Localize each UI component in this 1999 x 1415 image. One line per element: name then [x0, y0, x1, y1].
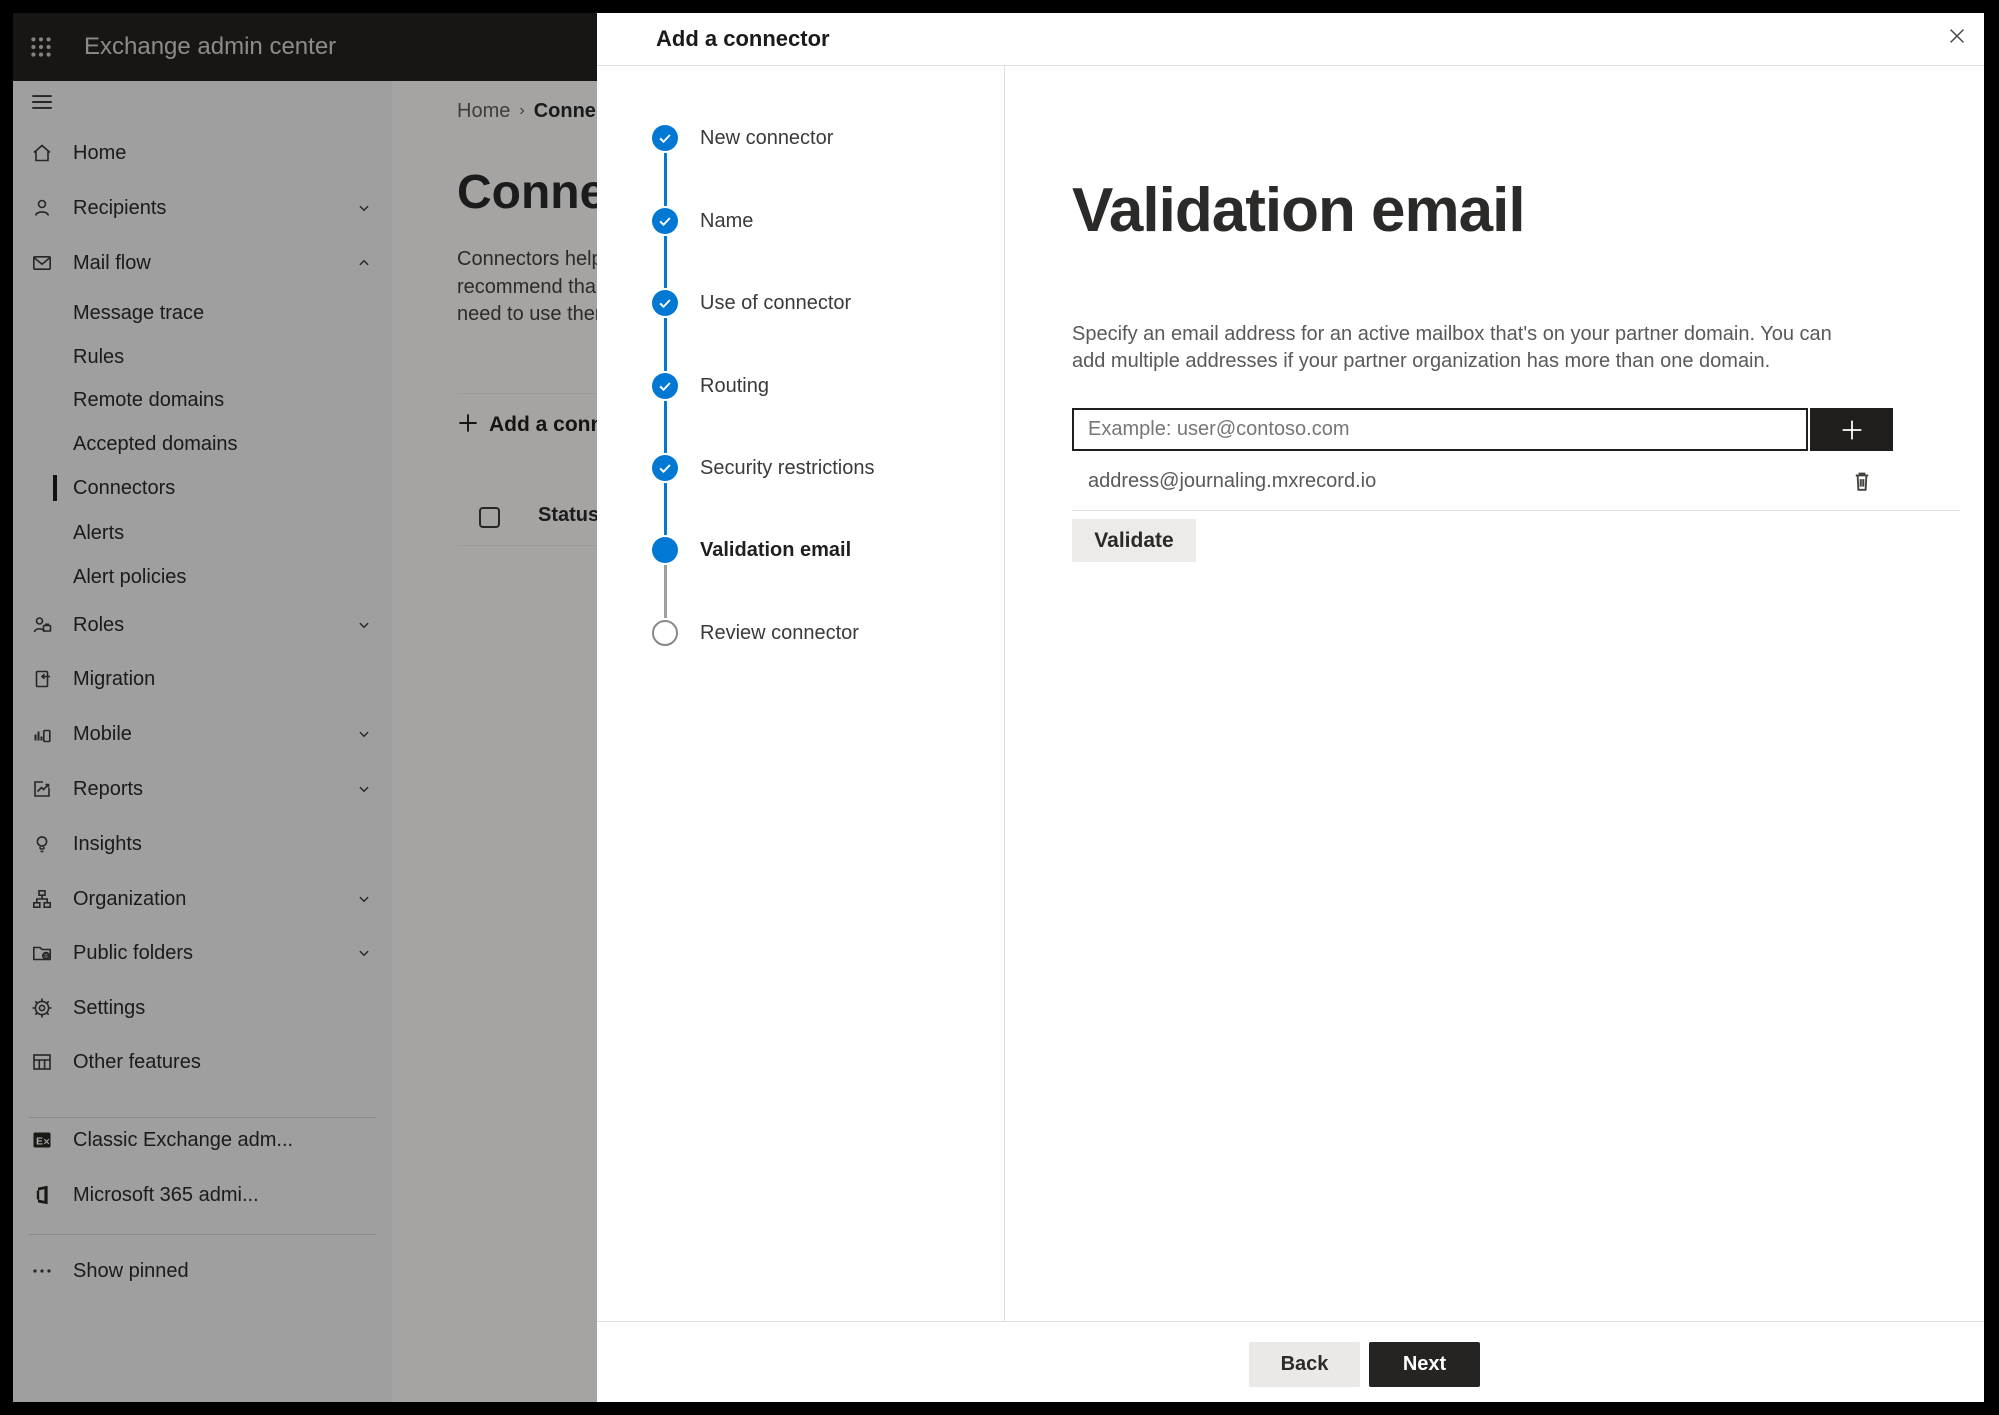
- step-review-connector[interactable]: Review connector: [700, 620, 859, 646]
- step-name[interactable]: Name: [700, 208, 753, 234]
- panel-header-divider: [597, 65, 1984, 66]
- step-indicator-new-connector: [652, 125, 678, 151]
- step-routing[interactable]: Routing: [700, 373, 769, 399]
- trash-icon: [1855, 472, 1869, 491]
- app-window: Exchange admin center Home Recipients Mail…: [13, 13, 1984, 1402]
- step-validation-email[interactable]: Validation email: [700, 537, 851, 563]
- plus-icon: [1842, 420, 1861, 439]
- step-connector-line: [664, 318, 667, 371]
- step-indicator-validation-email: [652, 537, 678, 563]
- step-connector-line: [664, 565, 667, 618]
- step-indicator-name: [652, 208, 678, 234]
- step-security-restrictions[interactable]: Security restrictions: [700, 455, 875, 481]
- step-indicator-routing: [652, 373, 678, 399]
- next-button[interactable]: Next: [1369, 1342, 1480, 1387]
- add-connector-panel: Add a connector New connector Name Use of …: [597, 13, 1984, 1402]
- step-heading: Validation email: [1072, 176, 1526, 245]
- address-list-item: address@journaling.mxrecord.io: [1088, 470, 1377, 492]
- step-indicator-security-restrictions: [652, 455, 678, 481]
- step-indicator-review-connector: [652, 620, 678, 646]
- add-address-button[interactable]: [1810, 408, 1893, 451]
- step-new-connector[interactable]: New connector: [700, 125, 833, 151]
- step-connector-line: [664, 401, 667, 453]
- panel-footer-divider: [597, 1321, 1984, 1322]
- step-connector-line: [664, 236, 667, 288]
- step-connector-line: [664, 483, 667, 535]
- close-button[interactable]: [1935, 14, 1979, 58]
- close-icon: [1950, 29, 1964, 43]
- step-use-of-connector[interactable]: Use of connector: [700, 290, 851, 316]
- steps-divider: [1004, 65, 1005, 1321]
- panel-title: Add a connector: [656, 26, 830, 51]
- validate-button[interactable]: Validate: [1072, 519, 1196, 562]
- back-button[interactable]: Back: [1249, 1342, 1360, 1387]
- step-connector-line: [664, 153, 667, 206]
- step-description: Specify an email address for an active m…: [1072, 323, 1832, 372]
- step-indicator-use-of-connector: [652, 290, 678, 316]
- delete-address-button[interactable]: [1845, 465, 1879, 499]
- email-input[interactable]: [1072, 408, 1808, 451]
- address-list-divider: [1072, 510, 1960, 511]
